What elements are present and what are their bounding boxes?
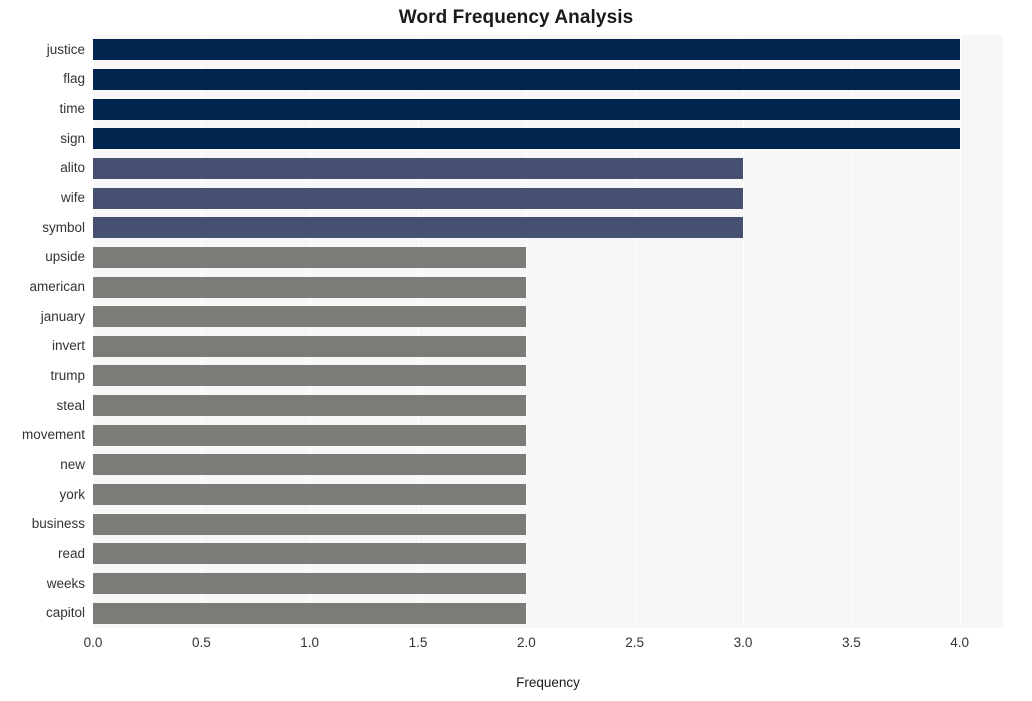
y-tick-label-sign: sign (60, 130, 85, 146)
x-tick-label-3.5: 3.5 (841, 635, 861, 650)
y-tick-label-movement: movement (21, 427, 85, 443)
bar-steal[interactable] (93, 395, 527, 417)
x-axis-tick-labels: 0.0 0.5 1.0 1.5 2.0 2.5 3.0 3.5 4.0 (0, 634, 1032, 656)
y-tick-label-upside: upside (45, 249, 85, 265)
bar-new[interactable] (93, 454, 527, 476)
word-frequency-chart-figure: Word Frequency Analysis justice flag time s… (0, 0, 1032, 701)
bar-january[interactable] (93, 306, 527, 328)
y-tick-label-alito: alito (60, 160, 85, 176)
bar-capitol[interactable] (93, 602, 527, 624)
bar-wife[interactable] (93, 187, 743, 209)
bar-york[interactable] (93, 484, 527, 506)
bar-american[interactable] (93, 276, 527, 298)
y-tick-label-york: york (59, 486, 85, 502)
bar-justice[interactable] (93, 39, 960, 61)
bar-flag[interactable] (93, 68, 960, 90)
y-tick-label-january: january (40, 308, 85, 324)
chart-title: Word Frequency Analysis (398, 7, 634, 28)
bar-alito[interactable] (93, 157, 743, 179)
y-tick-label-symbol: symbol (42, 219, 85, 235)
x-tick-label-4.0: 4.0 (950, 635, 970, 650)
bar-weeks[interactable] (93, 573, 527, 595)
y-tick-label-invert: invert (51, 338, 85, 354)
x-tick-label-1.0: 1.0 (300, 635, 320, 650)
x-tick-label-1.5: 1.5 (408, 635, 428, 650)
y-axis-tick-labels: justice flag time sign alito wife symbol upside… (0, 35, 85, 628)
x-tick-label-0.0: 0.0 (83, 635, 103, 650)
x-tick-label-3.0: 3.0 (733, 635, 753, 650)
bar-trump[interactable] (93, 365, 527, 387)
bar-upside[interactable] (93, 246, 527, 268)
y-tick-label-flag: flag (63, 71, 85, 87)
y-tick-label-steal: steal (56, 397, 85, 413)
bars-layer (93, 35, 1003, 628)
x-tick-label-0.5: 0.5 (191, 635, 211, 650)
bar-sign[interactable] (93, 128, 960, 150)
x-axis-title: Frequency (516, 675, 580, 690)
y-tick-label-new: new (60, 456, 85, 472)
plot-area (93, 35, 1003, 628)
y-tick-label-trump: trump (50, 367, 85, 383)
y-tick-label-weeks: weeks (46, 575, 85, 591)
bar-invert[interactable] (93, 335, 527, 357)
x-tick-label-2.5: 2.5 (625, 635, 645, 650)
bar-time[interactable] (93, 98, 960, 120)
y-tick-label-business: business (31, 516, 85, 532)
bar-read[interactable] (93, 543, 527, 565)
y-tick-label-justice: justice (46, 41, 85, 57)
y-tick-label-wife: wife (60, 190, 85, 206)
bar-symbol[interactable] (93, 217, 743, 239)
bar-movement[interactable] (93, 424, 527, 446)
x-tick-label-2.0: 2.0 (516, 635, 536, 650)
y-tick-label-read: read (57, 545, 85, 561)
y-tick-label-american: american (29, 279, 85, 295)
y-tick-label-time: time (59, 101, 85, 117)
y-tick-label-capitol: capitol (45, 605, 85, 621)
bar-business[interactable] (93, 513, 527, 535)
